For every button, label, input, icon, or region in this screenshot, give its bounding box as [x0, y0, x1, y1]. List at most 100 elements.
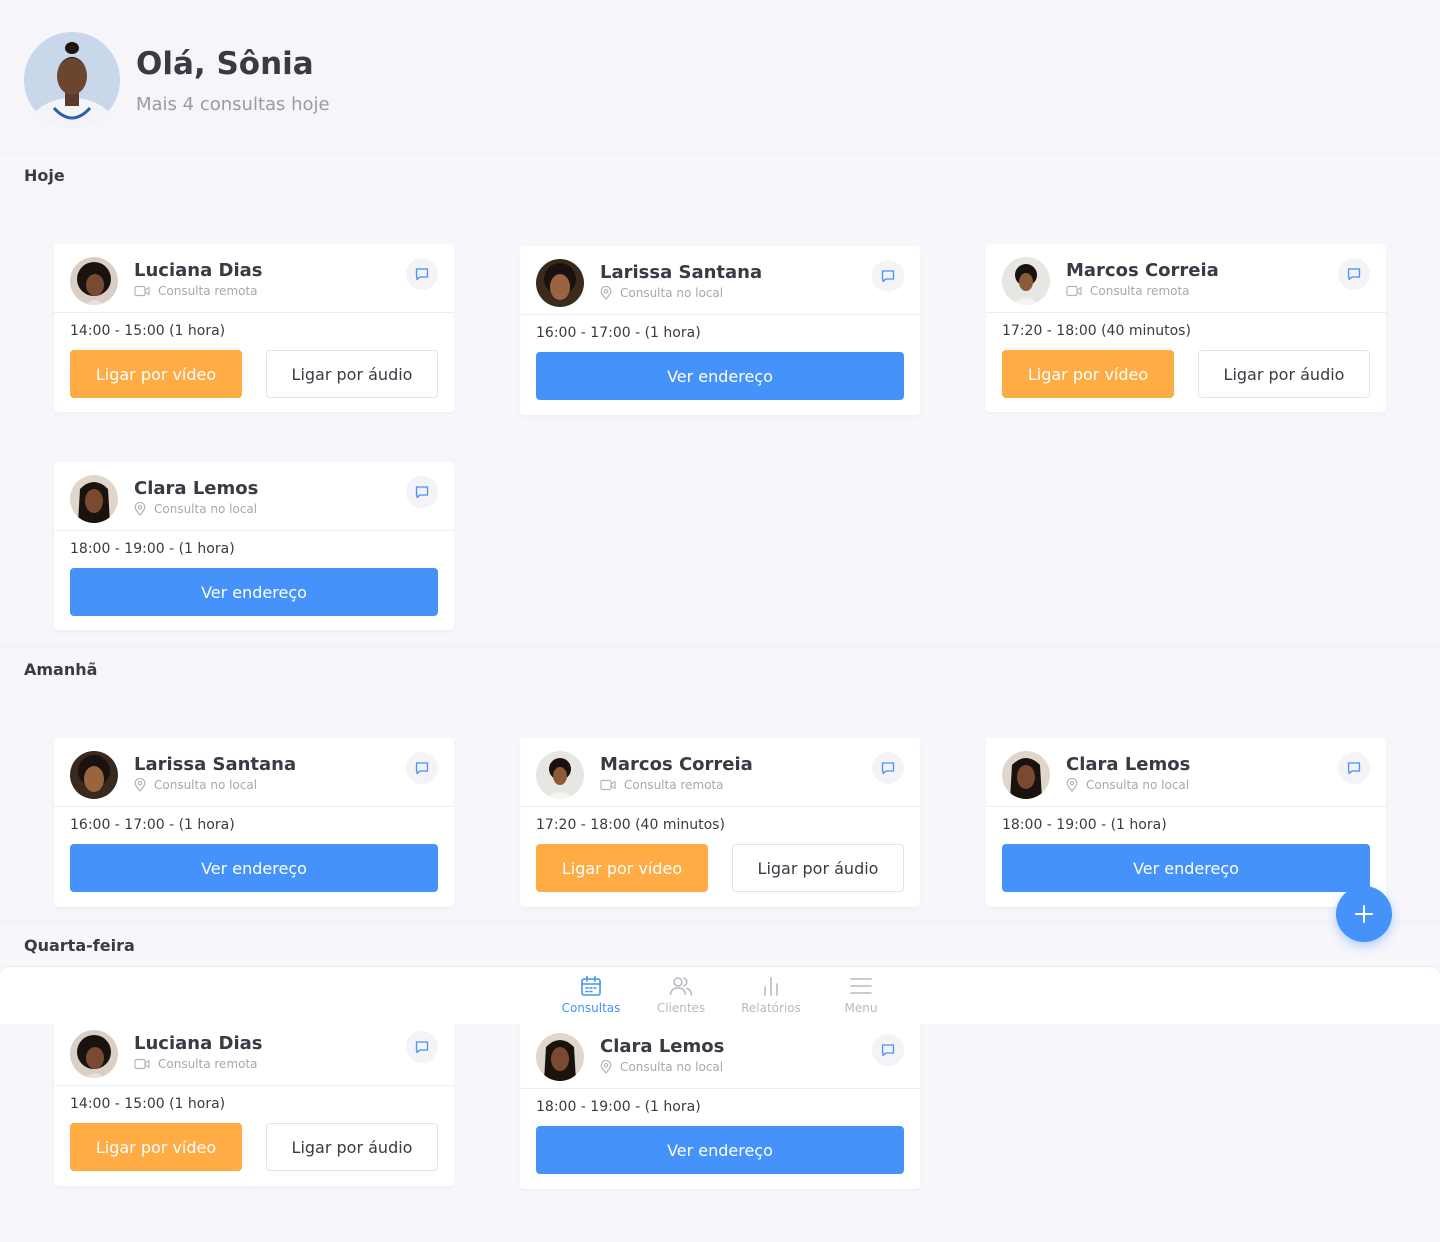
doctor-avatar[interactable] [24, 32, 120, 128]
menu-icon [850, 978, 872, 994]
patient-name: Clara Lemos [600, 1036, 725, 1057]
appointment-type: Consulta no local [1066, 778, 1189, 792]
chat-button[interactable] [1338, 258, 1370, 290]
patient-avatar[interactable] [70, 1030, 118, 1078]
patient-avatar[interactable] [70, 257, 118, 305]
appointment-time: 18:00 - 19:00 - (1 hora) [1002, 817, 1167, 833]
location-pin-icon [134, 502, 146, 516]
view-address-button[interactable]: Ver endereço [1002, 844, 1370, 892]
appointment-type-label: Consulta remota [624, 778, 724, 792]
appointment-card: Larissa Santana Consulta no local 16:00 … [54, 738, 454, 907]
appointment-card: Marcos Correia Consulta remota 17:20 - 1… [520, 738, 920, 907]
view-address-button[interactable]: Ver endereço [70, 844, 438, 892]
nav-label: Consultas [561, 1001, 621, 1015]
patient-name: Larissa Santana [134, 754, 297, 775]
video-call-button[interactable]: Ligar por vídeo [70, 1123, 242, 1171]
appointment-card: Marcos Correia Consulta remota 17:20 - 1… [986, 244, 1386, 412]
patient-avatar[interactable] [70, 751, 118, 799]
audio-call-button[interactable]: Ligar por áudio [1198, 350, 1370, 398]
appointment-card: Luciana Dias Consulta remota 14:00 - 15:… [54, 1017, 454, 1186]
chat-button[interactable] [406, 752, 438, 784]
appointment-type: Consulta no local [600, 286, 723, 300]
card-header: Marcos Correia Consulta remota [520, 738, 920, 807]
audio-call-button[interactable]: Ligar por áudio [266, 1123, 438, 1171]
appointment-type: Consulta remota [134, 284, 258, 298]
chat-icon [880, 268, 896, 284]
appointment-type: Consulta no local [134, 778, 257, 792]
appointment-time: 16:00 - 17:00 - (1 hora) [536, 325, 701, 341]
appointment-type: Consulta remota [1066, 284, 1190, 298]
nav-label: Menu [844, 1001, 878, 1015]
appointment-time: 18:00 - 19:00 - (1 hora) [70, 541, 235, 557]
audio-call-button[interactable]: Ligar por áudio [732, 844, 904, 892]
audio-call-button[interactable]: Ligar por áudio [266, 350, 438, 398]
patient-avatar[interactable] [70, 475, 118, 523]
header: Olá, Sônia Mais 4 consultas hoje [0, 0, 1440, 152]
appointment-type: Consulta remota [600, 778, 724, 792]
bottom-nav: Consultas Clientes Relatórios Menu [0, 966, 1440, 1024]
video-call-button[interactable]: Ligar por vídeo [70, 350, 242, 398]
nav-item-relatorios[interactable]: Relatórios [726, 975, 816, 1019]
location-pin-icon [1066, 778, 1078, 792]
appointment-time: 17:20 - 18:00 (40 minutos) [536, 817, 725, 833]
appointment-type: Consulta remota [134, 1057, 258, 1071]
patient-name: Luciana Dias [134, 260, 263, 281]
patient-name: Clara Lemos [134, 478, 259, 499]
appointment-time: 16:00 - 17:00 - (1 hora) [70, 817, 235, 833]
appointment-type: Consulta no local [600, 1060, 723, 1074]
patient-avatar[interactable] [1002, 751, 1050, 799]
video-call-button[interactable]: Ligar por vídeo [1002, 350, 1174, 398]
appointment-type-label: Consulta remota [158, 284, 258, 298]
chat-button[interactable] [1338, 752, 1370, 784]
video-camera-icon [134, 1058, 150, 1070]
patient-avatar[interactable] [1002, 257, 1050, 305]
nav-item-consultas[interactable]: Consultas [546, 975, 636, 1019]
patient-name: Luciana Dias [134, 1033, 263, 1054]
appointment-card: Clara Lemos Consulta no local 18:00 - 19… [986, 738, 1386, 907]
calendar-icon [581, 975, 601, 996]
chat-button[interactable] [872, 752, 904, 784]
view-address-button[interactable]: Ver endereço [536, 352, 904, 400]
patient-avatar[interactable] [536, 259, 584, 307]
appointment-type-label: Consulta no local [620, 1060, 724, 1074]
view-address-button[interactable]: Ver endereço [536, 1126, 904, 1174]
nav-item-clientes[interactable]: Clientes [636, 975, 726, 1019]
view-address-button[interactable]: Ver endereço [70, 568, 438, 616]
section-title: Hoje [24, 166, 65, 185]
video-camera-icon [134, 285, 150, 297]
chat-button[interactable] [872, 1034, 904, 1066]
patient-name: Marcos Correia [1066, 260, 1219, 281]
appointment-type-label: Consulta no local [1086, 778, 1190, 792]
patient-avatar[interactable] [536, 1033, 584, 1081]
chat-button[interactable] [406, 1031, 438, 1063]
location-pin-icon [134, 778, 146, 792]
patient-name: Clara Lemos [1066, 754, 1191, 775]
location-pin-icon [600, 1060, 612, 1074]
patient-name: Marcos Correia [600, 754, 753, 775]
chat-button[interactable] [872, 260, 904, 292]
location-pin-icon [600, 286, 612, 300]
card-header: Clara Lemos Consulta no local [520, 1020, 920, 1089]
appointment-card: Larissa Santana Consulta no local 16:00 … [520, 246, 920, 415]
appointment-type-label: Consulta no local [154, 502, 258, 516]
card-header: Clara Lemos Consulta no local [986, 738, 1386, 807]
chat-icon [1346, 760, 1362, 776]
greeting: Olá, Sônia [136, 46, 314, 82]
patient-avatar[interactable] [536, 751, 584, 799]
card-header: Marcos Correia Consulta remota [986, 244, 1386, 313]
plus-icon [1355, 905, 1373, 923]
chat-icon [880, 760, 896, 776]
appointments-summary: Mais 4 consultas hoje [136, 94, 330, 115]
chat-button[interactable] [406, 258, 438, 290]
appointment-type-label: Consulta no local [620, 286, 724, 300]
card-header: Larissa Santana Consulta no local [54, 738, 454, 807]
card-header: Luciana Dias Consulta remota [54, 1017, 454, 1086]
chat-button[interactable] [406, 476, 438, 508]
nav-item-menu[interactable]: Menu [816, 975, 906, 1019]
users-icon [669, 977, 693, 996]
add-appointment-button[interactable] [1336, 886, 1392, 942]
video-camera-icon [1066, 285, 1082, 297]
patient-name: Larissa Santana [600, 262, 763, 283]
video-call-button[interactable]: Ligar por vídeo [536, 844, 708, 892]
card-header: Luciana Dias Consulta remota [54, 244, 454, 313]
